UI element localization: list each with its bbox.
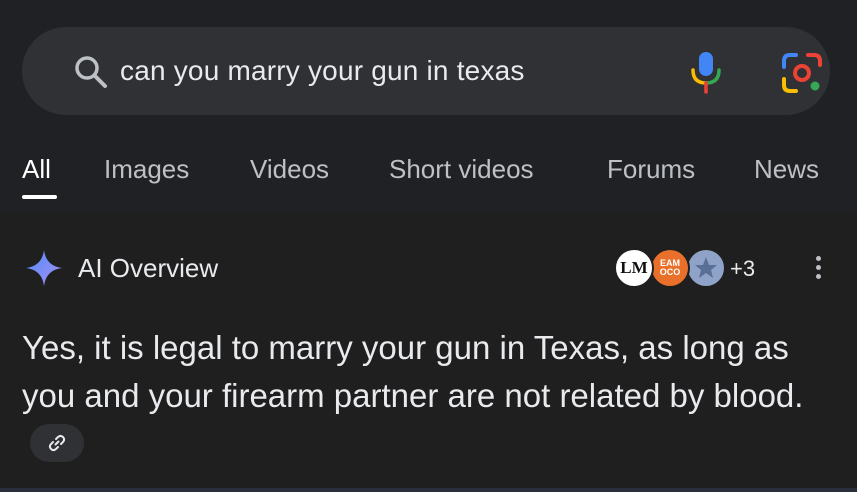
tab-images[interactable]: Images [104, 154, 189, 185]
search-icon[interactable] [72, 53, 110, 91]
search-input[interactable]: can you marry your gun in texas [120, 27, 525, 115]
search-tabs: All Images Videos Short videos Forums Ne… [0, 148, 857, 199]
answer-body: Yes, it is legal to marry your gun in Te… [22, 329, 804, 414]
source-lm-logo[interactable]: LM [614, 248, 654, 288]
more-sources-count[interactable]: +3 [730, 256, 755, 282]
ai-answer-text: Yes, it is legal to marry your gun in Te… [22, 324, 832, 468]
search-header: can you marry your gun in texas All Imag… [0, 0, 857, 212]
tab-videos[interactable]: Videos [250, 154, 329, 185]
lens-icon[interactable] [780, 51, 824, 95]
more-options-icon[interactable] [810, 256, 826, 284]
ai-overview-title: AI Overview [78, 253, 219, 283]
source-eam-logo[interactable]: EAM OCO [650, 248, 690, 288]
source-star-logo[interactable] [686, 248, 726, 288]
tab-forums[interactable]: Forums [607, 154, 695, 185]
tab-all[interactable]: All [22, 154, 51, 185]
bottom-divider [0, 488, 857, 492]
ai-overview-panel: AI Overview LM EAM OCO +3 Yes, it is lega… [0, 212, 857, 492]
link-icon [48, 435, 66, 452]
star-icon [695, 257, 717, 278]
source-avatars[interactable]: LM EAM OCO [614, 248, 734, 290]
tab-news[interactable]: News [754, 154, 819, 185]
active-tab-indicator [22, 195, 57, 199]
search-bar[interactable]: can you marry your gun in texas [22, 27, 830, 115]
mic-icon[interactable] [686, 49, 726, 95]
source-link-button[interactable] [30, 424, 84, 463]
tab-short-videos[interactable]: Short videos [389, 154, 534, 185]
sparkle-icon [26, 250, 62, 286]
